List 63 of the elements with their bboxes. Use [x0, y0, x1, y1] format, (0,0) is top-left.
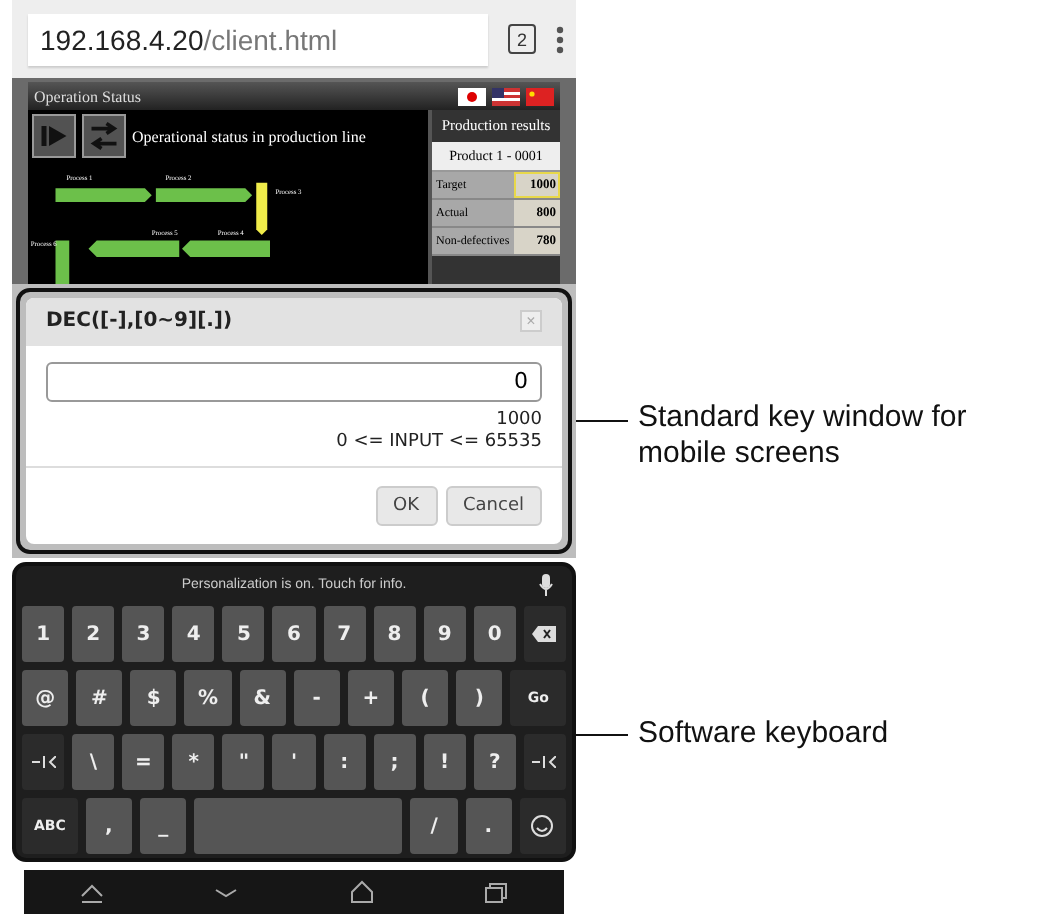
keyboard-key[interactable]: % [184, 670, 232, 727]
dialog-button[interactable]: OK [375, 486, 437, 527]
keyboard-key[interactable]: . [465, 798, 512, 855]
play-step-icon[interactable] [32, 114, 76, 159]
keyboard-key[interactable]: ) [456, 670, 503, 727]
smiley-icon [530, 814, 555, 839]
keyboard-key[interactable]: & [239, 670, 286, 727]
emoji-key[interactable] [519, 798, 566, 855]
keyboard-key[interactable]: * [172, 734, 215, 791]
keyboard-key[interactable]: 8 [373, 606, 416, 663]
current-value: 1000 [496, 409, 542, 432]
keyboard-key[interactable]: 7 [323, 606, 366, 663]
backspace-icon [532, 626, 557, 643]
backspace-key[interactable] [523, 606, 567, 663]
keyboard-key[interactable]: ; [373, 734, 416, 791]
annotation-text: Standard key window for mobile screens [636, 400, 969, 472]
tab-key[interactable] [22, 734, 65, 791]
keyboard-key[interactable]: \ [72, 734, 115, 791]
leader-line [576, 420, 628, 422]
home-icon[interactable] [347, 880, 376, 905]
chevron-up-icon[interactable] [77, 880, 106, 905]
keyboard-key[interactable]: _ [139, 798, 187, 855]
flag-icon[interactable] [458, 87, 486, 106]
swap-arrows-icon[interactable] [82, 114, 126, 159]
flag-icon[interactable] [526, 87, 554, 106]
keyboard-key[interactable]: / [410, 798, 458, 855]
keyboard-key[interactable]: $ [130, 670, 177, 727]
keyboard-key[interactable]: 4 [172, 606, 215, 663]
keyboard-key[interactable]: 9 [423, 606, 466, 663]
keyboard-key[interactable]: 6 [272, 606, 316, 663]
keyboard-key[interactable]: " [222, 734, 265, 791]
annotation-text: Software keyboard [636, 716, 891, 752]
keyboard-key[interactable]: ' [272, 734, 316, 791]
tab-key[interactable] [523, 734, 567, 791]
tab-icon [31, 756, 56, 769]
keyboard-key[interactable]: ! [423, 734, 466, 791]
keyboard-key[interactable]: + [347, 670, 394, 727]
microphone-icon[interactable] [538, 574, 554, 597]
keyboard-key[interactable]: 3 [122, 606, 165, 663]
tab-icon [532, 756, 557, 769]
keyboard-key[interactable]: 1 [22, 606, 65, 663]
keyboard-key[interactable]: = [122, 734, 165, 791]
tab-count[interactable]: 2 [508, 24, 536, 55]
keyboard-key[interactable]: ? [473, 734, 516, 791]
keyboard-key[interactable]: @ [22, 670, 69, 727]
diagram-heading: Operational status in production line [132, 127, 366, 146]
keyboard-key[interactable]: : [323, 734, 366, 791]
range-text: 0 <= INPUT <= 65535 [336, 432, 542, 455]
dialog-title: DEC([-],[0~9][.]) [46, 310, 233, 333]
keyboard-key[interactable]: 5 [222, 606, 265, 663]
keyboard-key[interactable]: , [85, 798, 132, 855]
keyboard-key[interactable]: ( [401, 670, 449, 727]
recent-apps-icon[interactable] [482, 880, 511, 905]
flag-icon[interactable] [492, 87, 520, 106]
keyboard-key[interactable]: 0 [473, 606, 516, 663]
dialog-button[interactable]: Cancel [445, 486, 542, 527]
input-field[interactable]: 0 [46, 361, 542, 402]
screen-title: Operation Status [34, 87, 142, 106]
keyboard-key[interactable]: # [76, 670, 123, 727]
address-bar[interactable]: 192.168.4.20/client.html [28, 13, 488, 66]
keyboard-key[interactable]: - [293, 670, 340, 727]
keyboard-key[interactable]: 2 [72, 606, 115, 663]
menu-icon[interactable] [556, 25, 564, 54]
